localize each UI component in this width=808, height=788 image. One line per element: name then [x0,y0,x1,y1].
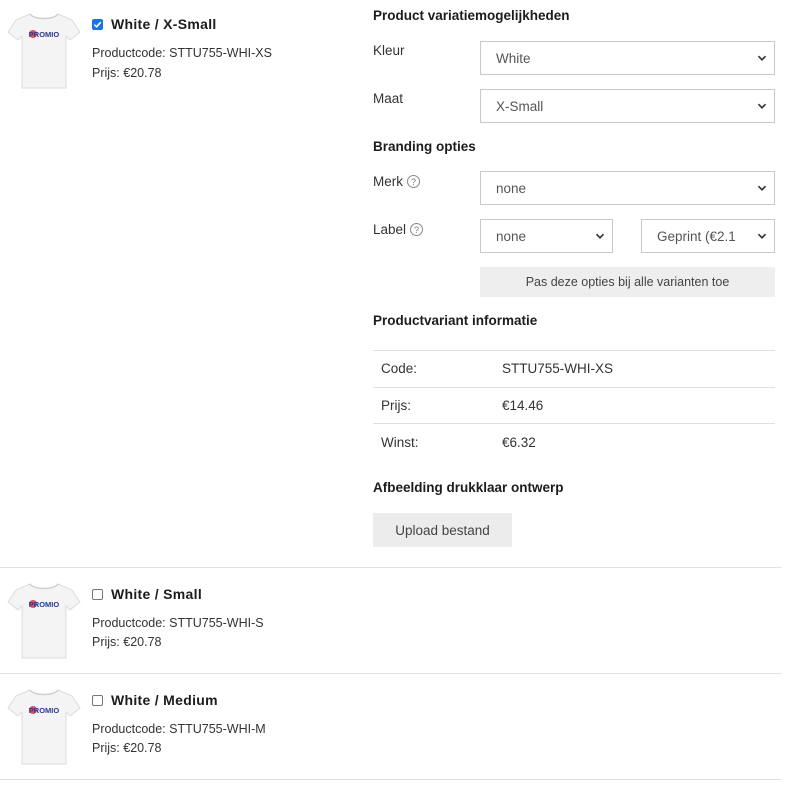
color-label: Kleur [373,43,405,58]
variant-title: White / X-Small [111,16,217,32]
variant-row-small: PROMIO White / Small Productcode: STTU75… [0,568,782,674]
variant-header: White / X-Small [92,16,217,32]
variant-header: White / Medium [92,692,218,708]
brand-label: Merk ? [373,174,420,189]
brand-select[interactable]: none [480,171,775,205]
help-circle-icon[interactable]: ? [410,223,424,236]
info-value: €14.46 [502,386,775,424]
upload-file-button[interactable]: Upload bestand [373,513,512,547]
tshirt-icon: PROMIO [6,10,82,90]
section-title-info: Productvariant informatie [373,313,538,328]
variant-product-code: Productcode: STTU755-WHI-M [92,722,266,736]
chevron-down-icon [757,103,767,109]
variant-price: Prijs: €20.78 [92,741,162,755]
tshirt-icon: PROMIO [6,580,82,660]
variant-checkbox[interactable] [92,18,103,30]
variant-checkbox[interactable] [92,694,103,706]
label-select[interactable]: none [480,219,613,253]
variant-row-xsmall: PROMIO White / X-Small Productcode: STTU… [0,0,782,568]
section-title-options: Product variatiemogelijkheden [373,8,570,23]
variant-info-table: Code: STTU755-WHI-XS Prijs: €14.46 Winst… [373,350,775,461]
logo-text: PROMIO [29,706,60,715]
label-label: Label ? [373,222,424,237]
size-label: Maat [373,91,404,106]
info-value: €6.32 [502,423,775,461]
apply-to-all-variants-button[interactable]: Pas deze opties bij alle varianten toe [480,267,775,297]
info-key: Prijs: [373,386,502,424]
checkmark-icon [93,21,102,28]
variant-product-code: Productcode: STTU755-WHI-S [92,616,264,630]
info-key: Code: [373,350,502,388]
variant-product-code: Productcode: STTU755-WHI-XS [92,46,272,60]
variant-checkbox[interactable] [92,588,103,600]
chevron-down-icon [757,233,767,239]
logo-text: PROMIO [29,600,60,609]
variant-title: White / Medium [111,692,218,708]
label-print-select[interactable]: Geprint (€2.1 [641,219,775,253]
variant-title: White / Small [111,586,203,602]
color-select[interactable]: White [480,41,775,75]
section-title-design: Afbeelding drukklaar ontwerp [373,480,564,495]
variant-row-medium: PROMIO White / Medium Productcode: STTU7… [0,674,782,780]
chevron-down-icon [757,185,767,191]
info-value: STTU755-WHI-XS [502,350,775,388]
table-row: Winst: €6.32 [373,423,775,461]
help-circle-icon[interactable]: ? [407,175,420,188]
variant-price: Prijs: €20.78 [92,66,162,80]
size-select[interactable]: X-Small [480,89,775,123]
info-key: Winst: [373,423,502,461]
chevron-down-icon [595,233,605,239]
chevron-down-icon [757,55,767,61]
variant-price: Prijs: €20.78 [92,635,162,649]
variant-header: White / Small [92,586,202,602]
logo-text: PROMIO [29,30,60,39]
section-title-branding: Branding opties [373,139,476,154]
table-row: Prijs: €14.46 [373,386,775,424]
tshirt-icon: PROMIO [6,686,82,766]
table-row: Code: STTU755-WHI-XS [373,350,775,388]
